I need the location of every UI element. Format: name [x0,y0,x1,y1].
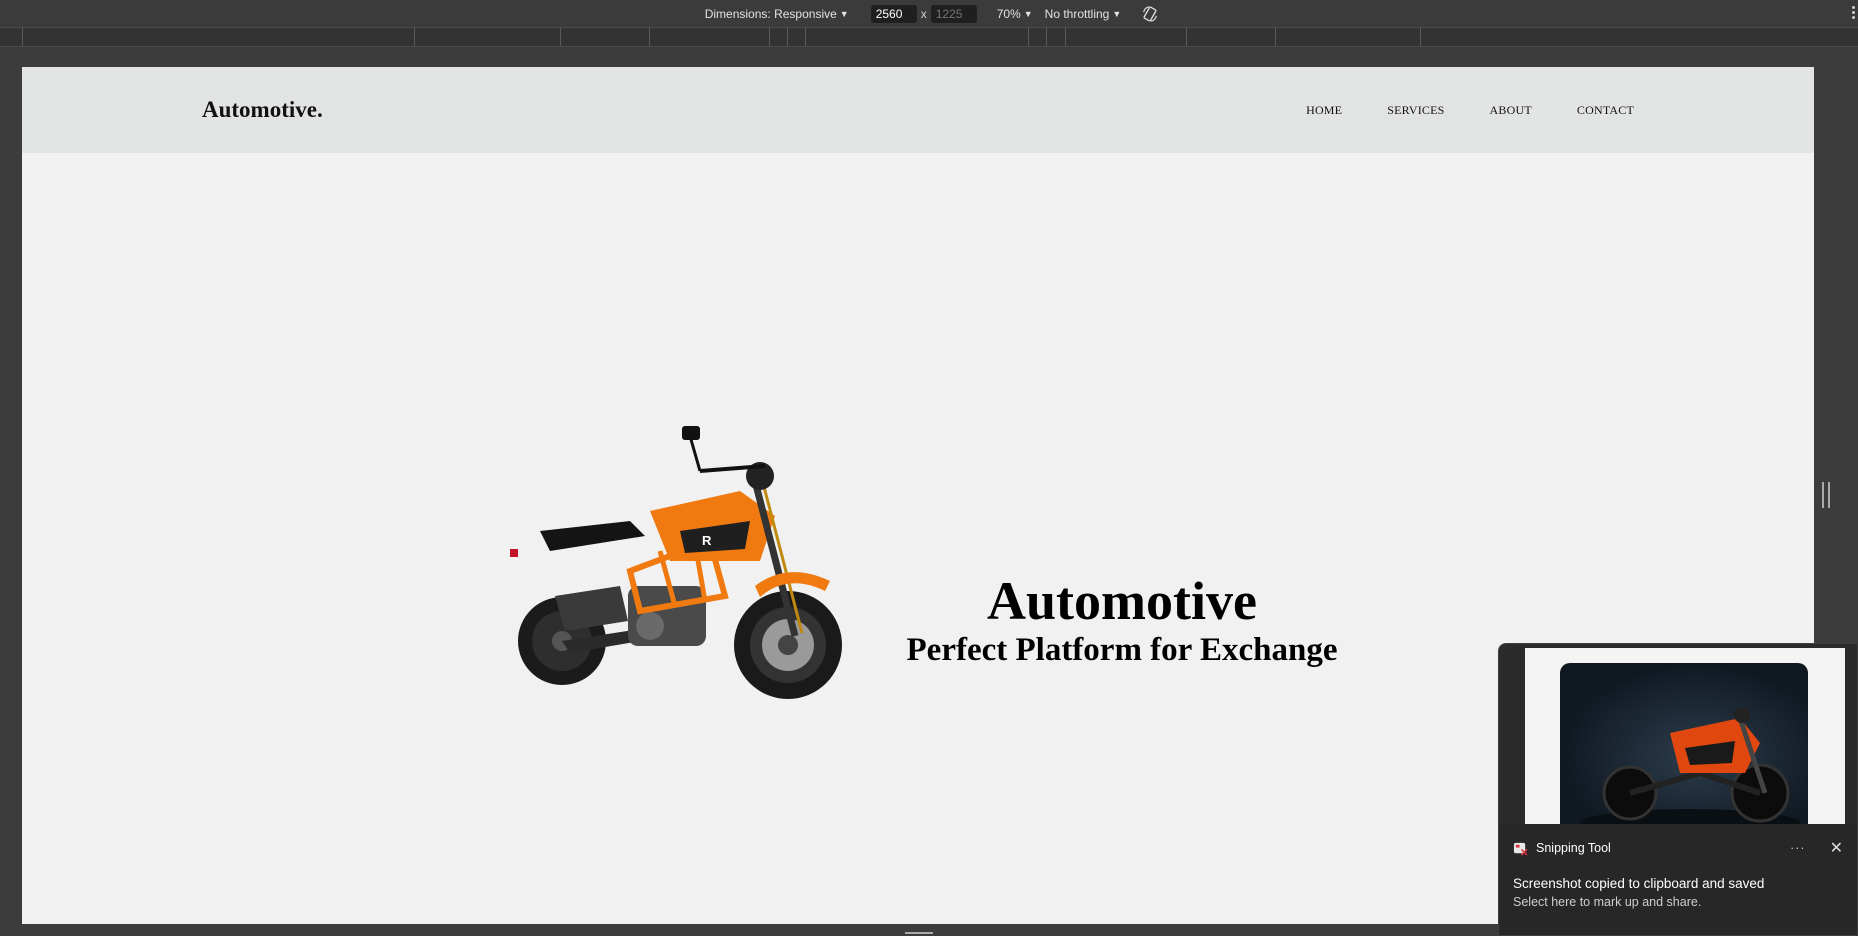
media-query-bar[interactable] [0,27,1858,47]
snipping-tool-icon [1513,842,1528,856]
dimensions-dropdown[interactable]: Dimensions: Responsive ▼ [705,7,849,21]
throttling-dropdown[interactable]: No throttling ▼ [1045,7,1122,21]
thumbnail-motorcycle-image [1580,707,1800,833]
viewport-bottom-resize-handle[interactable] [905,932,933,934]
snipping-tool-notification[interactable]: Snipping Tool ··· ✕ Screenshot copied to… [1498,643,1858,936]
caret-down-icon: ▼ [1112,8,1122,19]
times-symbol: x [920,6,927,21]
thumbnail-image [1560,663,1808,833]
hero-text: Automotive Perfect Platform for Exchange [882,573,1362,669]
notification-body[interactable]: Snipping Tool ··· ✕ Screenshot copied to… [1499,824,1857,935]
hero-subtitle: Perfect Platform for Exchange [906,632,1338,668]
more-options-icon[interactable]: ··· [1790,841,1806,855]
notification-app-name: Snipping Tool [1536,841,1611,855]
svg-text:R: R [702,533,712,548]
dimension-inputs: x [870,4,977,23]
devtools-more-icon[interactable] [1852,6,1856,20]
throttling-label: No throttling [1044,6,1110,21]
devtools-device-toolbar: Dimensions: Responsive ▼ x 70% ▼ No thro… [0,0,1858,27]
zoom-dropdown[interactable]: 70% ▼ [997,7,1033,21]
notification-sub-message: Select here to mark up and share. [1513,895,1702,909]
nav-contact[interactable]: CONTACT [1577,103,1634,118]
nav-about[interactable]: ABOUT [1490,103,1532,118]
zoom-label: 70% [996,6,1021,21]
height-input[interactable] [930,4,977,23]
site-header: Automotive. HOME SERVICES ABOUT CONTACT [22,67,1814,153]
notification-header: Snipping Tool ··· ✕ [1499,824,1857,858]
viewport-resize-handle[interactable] [1822,482,1830,508]
notification-message: Screenshot copied to clipboard and saved [1513,876,1765,891]
main-nav: HOME SERVICES ABOUT CONTACT [1261,103,1634,118]
screenshot-thumbnail[interactable] [1525,648,1845,833]
caret-down-icon: ▼ [839,8,849,19]
nav-home[interactable]: HOME [1306,103,1342,118]
rotate-device-icon[interactable] [1141,5,1159,23]
hero-title: Automotive [987,571,1257,631]
motorcycle-image: R [510,426,842,699]
brand-logo[interactable]: Automotive. [202,97,323,123]
nav-services[interactable]: SERVICES [1387,103,1444,118]
dimensions-label: Dimensions: Responsive [704,6,837,21]
caret-down-icon: ▼ [1023,8,1033,19]
close-icon[interactable]: ✕ [1830,838,1843,858]
width-input[interactable] [870,4,917,23]
